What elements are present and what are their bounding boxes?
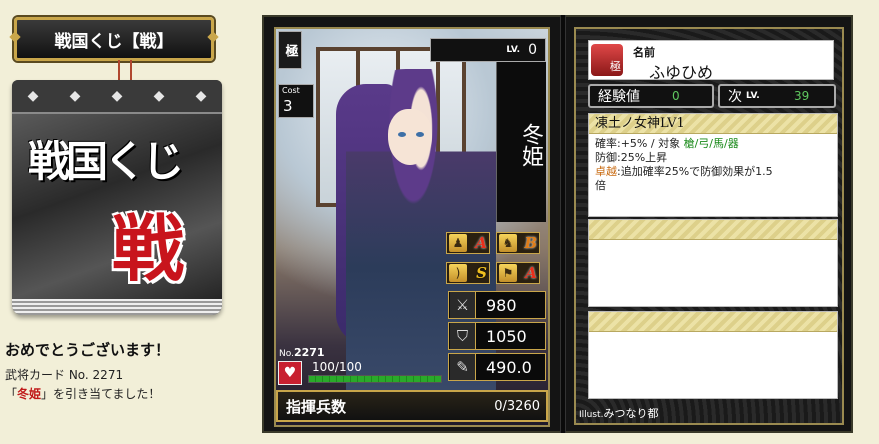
strategy-icon: ✎ — [450, 354, 476, 380]
skill-slot-empty — [588, 219, 838, 307]
ticket-mark: ◆ — [195, 88, 207, 104]
skill-excellence-text-cont: 倍 — [595, 179, 606, 192]
skill-effect: 防御:25%上昇 — [595, 151, 668, 164]
card-number-value: 2271 — [293, 346, 325, 359]
ticket-mark: ◆ — [27, 88, 39, 104]
aptitude-horse: ♞ B — [496, 232, 540, 254]
next-level-value: 39 — [794, 89, 810, 103]
troops-bar: 指揮兵数 0/3260 — [276, 390, 548, 422]
skill-excellence-label: 卓越 — [595, 165, 617, 178]
ticket-mark: ◆ — [69, 88, 81, 104]
aptitude-bow: ) S — [446, 262, 490, 284]
lottery-ticket-image: ◆ ◆ ◆ ◆ ◆ 戦国くじ 戦 — [12, 80, 222, 315]
aptitude-cannon: ⚑ A — [496, 262, 540, 284]
ticket-top-strip: ◆ ◆ ◆ ◆ ◆ — [12, 80, 222, 114]
level-label: LV. — [506, 45, 521, 55]
illust-label: Illust. — [579, 410, 604, 420]
stat-value: 980 — [486, 295, 517, 315]
card-name-vertical: 冬姫 — [496, 62, 546, 222]
skill-slot-head — [589, 220, 837, 240]
card-divider — [560, 15, 566, 433]
rank-icon: 極 — [591, 44, 623, 76]
bow-icon: ) — [449, 264, 467, 282]
experience-box: 経験値 0 — [588, 84, 714, 108]
skill-title: 凍土ノ女神LV1 — [589, 114, 837, 134]
experience-value: 0 — [672, 89, 680, 103]
hit-message: 「冬姫」を引き当てました！ — [5, 385, 160, 402]
cost-label: Cost — [282, 86, 300, 95]
name-value: ふゆひめ — [649, 63, 714, 82]
card-number-label: No. — [279, 349, 294, 359]
ticket-mark: ◆ — [153, 88, 165, 104]
stat-defense: ⛉ 1050 — [448, 322, 546, 350]
troops-label: 指揮兵数 — [286, 397, 347, 416]
hp-bar-fill — [309, 376, 441, 382]
hp-row: ♥ 100/100 — [278, 360, 444, 386]
card-number: No.2271 — [279, 346, 325, 359]
art-eye — [398, 132, 406, 137]
art-eye — [416, 132, 424, 137]
illust-value: みつなり都 — [603, 407, 659, 420]
stat-strategy: ✎ 490.0 — [448, 353, 546, 381]
skill-description: 確率:+5% / 対象 槍/弓/馬/器 防御:25%上昇 卓越:追加確率25%で… — [589, 134, 837, 196]
ticket-text-sengoku: 戦国くじ — [28, 137, 184, 186]
horse-icon: ♞ — [499, 234, 517, 252]
level-value: 0 — [528, 42, 537, 58]
rank-badge: 極 — [278, 31, 302, 69]
level-box: LV. 0 — [430, 38, 546, 62]
heart-icon: ♥ — [278, 361, 302, 385]
hit-name: 冬姫 — [17, 387, 42, 401]
stat-value: 1050 — [486, 326, 527, 346]
skill-panel: 凍土ノ女神LV1 確率:+5% / 対象 槍/弓/馬/器 防御:25%上昇 卓越… — [588, 113, 838, 217]
name-plate: 極 名前 ふゆひめ — [588, 40, 834, 82]
ticket-pages — [12, 299, 222, 315]
next-lv-label: LV. — [746, 91, 760, 101]
aptitude-grade: A — [475, 234, 487, 252]
cannon-icon: ⚑ — [499, 264, 517, 282]
name-label: 名前 — [633, 46, 655, 59]
cost-box: Cost 3 — [278, 84, 314, 118]
aptitude-grade: B — [524, 234, 537, 252]
ticket-text-ikusa: 戦 — [112, 206, 185, 291]
attack-icon: ⚔ — [450, 292, 476, 318]
lottery-title: 戦国くじ【戦】 — [54, 31, 174, 52]
illustrator-credit: Illust.みつなり都 — [579, 405, 658, 421]
experience-label: 経験値 — [598, 89, 640, 105]
hp-bar — [308, 375, 442, 383]
congrats-message: おめでとうございます！ — [5, 341, 171, 359]
aptitude-spear: ♟ A — [446, 232, 490, 254]
stat-attack: ⚔ 980 — [448, 291, 546, 319]
hit-suffix: 」を引き当てました！ — [41, 387, 161, 401]
art-face — [388, 109, 432, 165]
next-label: 次 — [728, 89, 742, 105]
defense-icon: ⛉ — [450, 323, 476, 349]
skill-targets: 槍/弓/馬/器 — [683, 137, 739, 150]
hit-prefix: 「 — [5, 387, 18, 401]
hp-text: 100/100 — [312, 360, 362, 374]
stat-value: 490.0 — [486, 357, 532, 377]
next-level-box: 次 LV. 39 — [718, 84, 836, 108]
skill-rate: 確率:+5% / 対象 — [595, 137, 684, 150]
card-number-line: 武将カード No. 2271 — [5, 368, 124, 382]
ticket-mark: ◆ — [111, 88, 123, 104]
lottery-title-plate: 戦国くじ【戦】 — [14, 17, 214, 61]
troops-value: 0/3260 — [494, 398, 540, 414]
skill-excellence-text: :追加確率25%で防御効果が1.5 — [617, 165, 773, 178]
aptitude-grade: S — [476, 264, 487, 282]
skill-slot-head — [589, 312, 837, 332]
aptitude-grade: A — [525, 264, 537, 282]
cost-value: 3 — [283, 97, 293, 115]
skill-slot-empty — [588, 311, 838, 399]
spear-icon: ♟ — [449, 234, 467, 252]
